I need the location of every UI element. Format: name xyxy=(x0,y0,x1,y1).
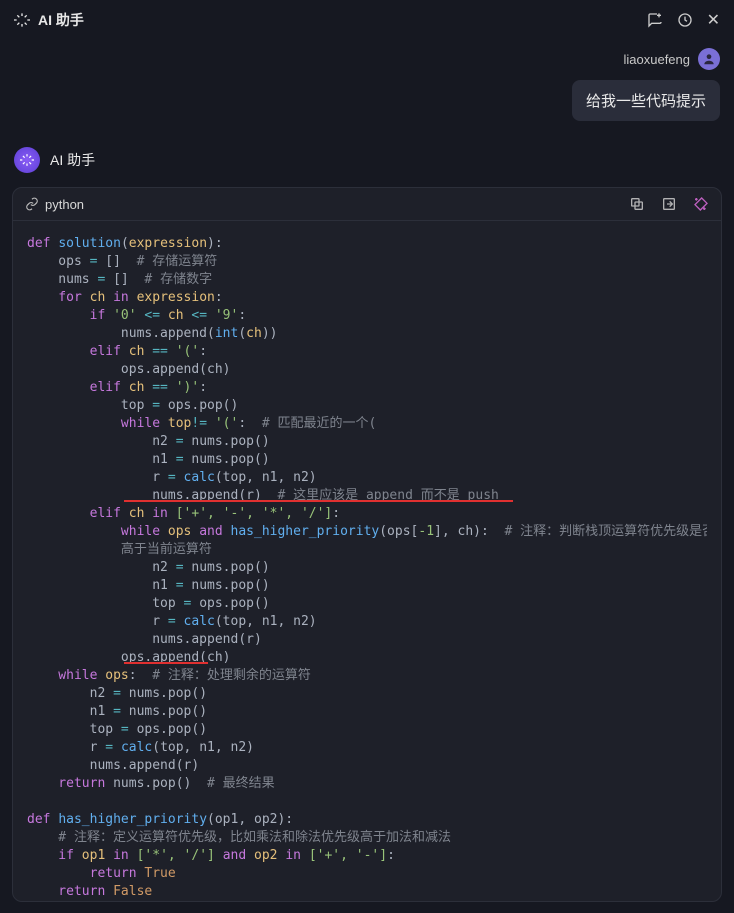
error-underline-2 xyxy=(124,662,208,664)
copy-icon[interactable] xyxy=(629,196,645,212)
username: liaoxuefeng xyxy=(624,52,691,67)
user-info-row: liaoxuefeng xyxy=(0,40,734,76)
code-language: python xyxy=(25,197,84,212)
close-icon[interactable]: ✕ xyxy=(707,10,720,30)
user-message-bubble: 给我一些代码提示 xyxy=(572,80,720,121)
user-avatar[interactable] xyxy=(698,48,720,70)
error-underline-1 xyxy=(124,500,513,502)
code-actions xyxy=(629,196,709,212)
magic-icon[interactable] xyxy=(693,196,709,212)
link-icon xyxy=(25,197,39,211)
code-language-label: python xyxy=(45,197,84,212)
sparkle-icon xyxy=(14,12,30,28)
new-chat-icon[interactable] xyxy=(647,12,663,28)
code-content: def solution(expression): ops = [] # 存储运… xyxy=(27,235,707,901)
history-icon[interactable] xyxy=(677,12,693,28)
code-header: python xyxy=(13,188,721,220)
assistant-avatar-icon xyxy=(14,147,40,173)
assistant-header: AI 助手 xyxy=(0,139,734,187)
user-message-row: 给我一些代码提示 xyxy=(0,76,734,139)
titlebar-left: AI 助手 xyxy=(14,10,84,30)
titlebar-actions: ✕ xyxy=(647,10,720,30)
code-block: python def solution(expression): ops = [… xyxy=(12,187,722,902)
code-body[interactable]: def solution(expression): ops = [] # 存储运… xyxy=(13,220,721,901)
app-title: AI 助手 xyxy=(38,10,84,30)
insert-icon[interactable] xyxy=(661,196,677,212)
assistant-name: AI 助手 xyxy=(50,150,95,170)
titlebar: AI 助手 ✕ xyxy=(0,0,734,40)
